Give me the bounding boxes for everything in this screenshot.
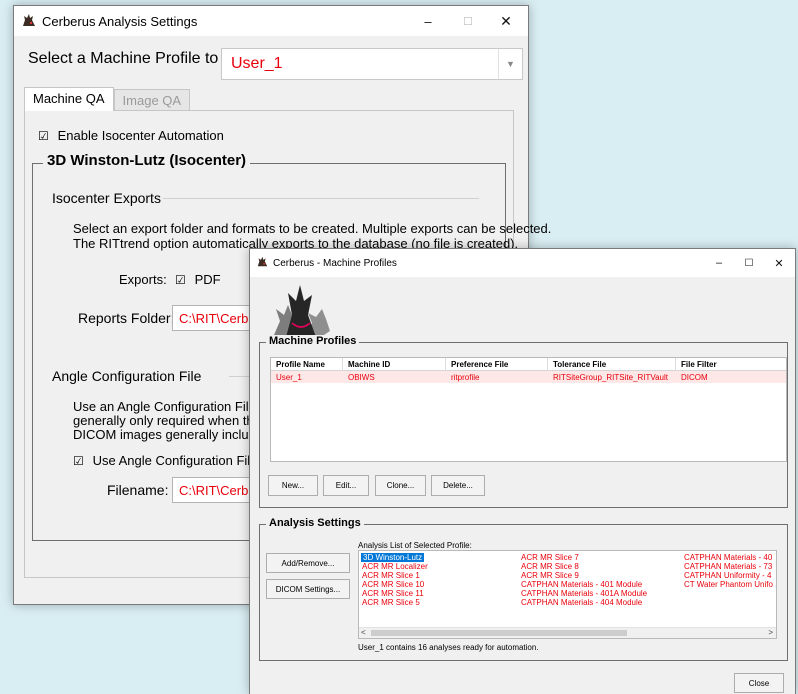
table-cell: DICOM (681, 373, 708, 382)
pdf-label: PDF (194, 272, 221, 287)
column-header[interactable]: Tolerance File (548, 358, 676, 371)
table-row[interactable]: User_1 OBIWS ritprofile RITSiteGroup_RIT… (271, 371, 786, 383)
list-item[interactable]: CT Water Phantom Unifo (684, 580, 773, 589)
tab-image-qa[interactable]: Image QA (113, 89, 191, 111)
list-item[interactable]: ACR MR Slice 1 (362, 571, 420, 580)
list-item[interactable]: CATPHAN Materials - 73 (684, 562, 772, 571)
cerberus-logo (268, 279, 334, 341)
section-divider (163, 198, 479, 199)
machine-profiles-window: Cerberus - Machine Profiles – ☐ ✕ Machin… (249, 248, 796, 694)
list-item[interactable]: CATPHAN Uniformity - 4 (684, 571, 771, 580)
cerberus-app-icon (22, 13, 36, 30)
isocenter-exports-heading: Isocenter Exports (52, 190, 161, 206)
machine-profile-value: User_1 (231, 55, 283, 72)
profiles-title-bar[interactable]: Cerberus - Machine Profiles – ☐ ✕ (250, 249, 795, 277)
qa-tabs: Machine QA Image QA (24, 87, 191, 111)
reports-folder-label: Reports Folder: (78, 310, 175, 326)
list-item[interactable]: ACR MR Slice 8 (521, 562, 579, 571)
add-remove-button[interactable]: Add/Remove... (266, 553, 350, 573)
angle-config-heading: Angle Configuration File (52, 368, 202, 384)
analysis-settings-group: Analysis Settings Add/Remove... DICOM Se… (259, 517, 788, 661)
table-cell: ritprofile (451, 373, 480, 382)
checkmark-icon: ☑ (73, 454, 84, 468)
column-header[interactable]: Preference File (446, 358, 548, 371)
settings-window-title: Cerberus Analysis Settings (42, 13, 198, 29)
scroll-right-icon[interactable]: > (768, 628, 773, 637)
profile-selector-row: Select a Machine Profile to edit: (28, 50, 253, 68)
exports-label: Exports: (119, 272, 167, 287)
analysis-list[interactable]: 3D Winston-Lutz ACR MR Localizer ACR MR … (358, 550, 777, 639)
filename-label: Filename: (107, 482, 169, 498)
column-header[interactable]: File Filter (676, 358, 788, 371)
pdf-checkbox[interactable]: ☑ PDF (175, 272, 221, 287)
profile-select-label: Select a Machine Profile to edit: (28, 50, 254, 67)
machine-profiles-table[interactable]: Profile Name Machine ID Preference File … (270, 357, 787, 462)
use-angle-config-checkbox[interactable]: ☑ Use Angle Configuration File (73, 453, 257, 468)
list-item[interactable]: CATPHAN Materials - 40 (684, 553, 772, 562)
list-item[interactable]: ACR MR Slice 7 (521, 553, 579, 562)
close-window-button[interactable]: ✕ (492, 6, 520, 36)
list-item[interactable]: ACR MR Slice 11 (362, 589, 424, 598)
analysis-status-text: User_1 contains 16 analyses ready for au… (358, 643, 539, 652)
use-angle-config-label: Use Angle Configuration File (92, 453, 258, 468)
minimize-button[interactable]: – (414, 6, 442, 36)
close-window-button[interactable]: ✕ (768, 249, 790, 277)
enable-isocenter-checkbox[interactable]: ☑ Enable Isocenter Automation (38, 128, 224, 143)
minimize-button[interactable]: – (708, 249, 730, 277)
dicom-settings-button[interactable]: DICOM Settings... (266, 579, 350, 599)
maximize-button[interactable]: ☐ (454, 6, 482, 36)
list-item[interactable]: ACR MR Slice 5 (362, 598, 420, 607)
analysis-settings-title: Analysis Settings (266, 517, 364, 529)
edit-profile-button[interactable]: Edit... (323, 475, 369, 496)
list-item[interactable]: ACR MR Slice 9 (521, 571, 579, 580)
list-item[interactable]: 3D Winston-Lutz (361, 553, 425, 562)
list-item[interactable]: CATPHAN Materials - 404 Module (521, 598, 642, 607)
table-cell: OBIWS (348, 373, 375, 382)
analysis-list-label: Analysis List of Selected Profile: (358, 541, 472, 550)
settings-title-bar[interactable]: Cerberus Analysis Settings – ☐ ✕ (14, 6, 528, 36)
profiles-window-title: Cerberus - Machine Profiles (273, 257, 397, 269)
table-header: Profile Name Machine ID Preference File … (271, 358, 786, 371)
machine-profile-dropdown[interactable]: User_1 ▼ (221, 48, 523, 80)
cerberus-app-icon (257, 256, 268, 270)
column-header[interactable]: Machine ID (343, 358, 446, 371)
column-header[interactable]: Profile Name (271, 358, 343, 371)
list-item[interactable]: CATPHAN Materials - 401 Module (521, 580, 642, 589)
clone-profile-button[interactable]: Clone... (375, 475, 426, 496)
horizontal-scrollbar[interactable]: < > (359, 627, 776, 638)
winston-lutz-title: 3D Winston-Lutz (Isocenter) (43, 152, 251, 169)
checkmark-icon: ☑ (175, 273, 186, 287)
new-profile-button[interactable]: New... (268, 475, 318, 496)
table-cell: RITSiteGroup_RITSite_RITVault (553, 373, 669, 382)
table-cell: User_1 (276, 373, 302, 382)
list-item[interactable]: CATPHAN Materials - 401A Module (521, 589, 647, 598)
tab-machine-qa[interactable]: Machine QA (24, 87, 114, 111)
list-item[interactable]: ACR MR Slice 10 (362, 580, 424, 589)
checkmark-icon: ☑ (38, 129, 49, 143)
exports-description-line1: Select an export folder and formats to b… (73, 221, 552, 236)
maximize-button[interactable]: ☐ (738, 249, 760, 277)
scrollbar-thumb[interactable] (371, 630, 627, 636)
enable-isocenter-label: Enable Isocenter Automation (57, 128, 224, 143)
chevron-down-icon[interactable]: ▼ (498, 49, 522, 79)
scroll-left-icon[interactable]: < (361, 628, 366, 637)
machine-profiles-group: Machine Profiles Profile Name Machine ID… (259, 335, 788, 508)
delete-profile-button[interactable]: Delete... (431, 475, 485, 496)
close-button[interactable]: Close (734, 673, 784, 693)
machine-profiles-title: Machine Profiles (266, 335, 360, 347)
list-item[interactable]: ACR MR Localizer (362, 562, 428, 571)
